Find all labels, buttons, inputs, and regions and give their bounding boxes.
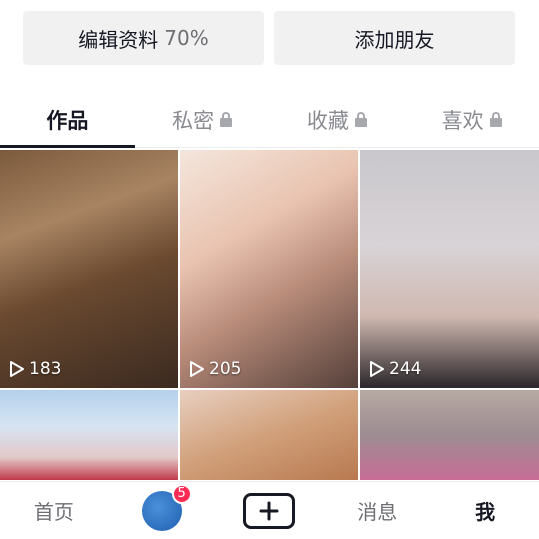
tab-works[interactable]: 作品 [0, 92, 135, 148]
profile-actions: 编辑资料 70% 添加朋友 [23, 11, 515, 65]
nav-create[interactable] [216, 482, 324, 539]
tab-private[interactable]: 私密 [135, 92, 270, 147]
nav-messages-label: 消息 [357, 500, 398, 524]
bottom-nav: 首页 5 消息 我 [0, 481, 539, 539]
lock-icon [489, 112, 502, 127]
view-count: 205 [189, 359, 241, 379]
profile-completion: 70% [164, 26, 209, 50]
view-count-text: 205 [209, 359, 242, 379]
video-thumbnail[interactable] [0, 390, 178, 480]
tab-likes[interactable]: 喜欢 [404, 92, 539, 147]
notification-badge: 5 [171, 483, 192, 504]
view-count: 183 [9, 359, 61, 379]
add-friend-label: 添加朋友 [354, 27, 435, 52]
edit-profile-button[interactable]: 编辑资料 70% [23, 11, 264, 65]
play-icon [370, 361, 384, 377]
view-count-text: 183 [29, 359, 62, 379]
play-icon [10, 361, 24, 377]
nav-home[interactable]: 首页 [0, 482, 108, 539]
tab-label: 作品 [46, 108, 89, 133]
nav-friends[interactable]: 5 [108, 482, 216, 539]
nav-me-label: 我 [475, 500, 496, 524]
video-thumbnail[interactable] [360, 390, 539, 480]
nav-me[interactable]: 我 [431, 482, 539, 539]
video-thumbnail[interactable]: 205 [180, 150, 358, 388]
view-count-text: 244 [389, 359, 422, 379]
tab-label: 收藏 [306, 108, 349, 133]
view-count: 244 [369, 359, 421, 379]
avatar: 5 [141, 483, 192, 531]
edit-profile-label: 编辑资料 [78, 27, 159, 52]
video-thumbnail[interactable]: 244 [360, 150, 539, 388]
video-thumbnail[interactable] [180, 390, 358, 480]
plus-icon [259, 501, 279, 520]
tab-label: 喜欢 [441, 108, 484, 133]
video-grid: 183 205 244 [0, 150, 539, 480]
play-icon [190, 361, 204, 377]
lock-icon [220, 112, 233, 127]
profile-tabs: 作品 私密 收藏 喜欢 [0, 92, 539, 148]
nav-messages[interactable]: 消息 [323, 482, 431, 539]
tab-favorites[interactable]: 收藏 [270, 92, 405, 147]
tab-label: 私密 [172, 108, 215, 133]
video-thumbnail[interactable]: 183 [0, 150, 178, 388]
nav-home-label: 首页 [33, 500, 74, 524]
create-button[interactable] [243, 492, 296, 529]
add-friend-button[interactable]: 添加朋友 [274, 11, 515, 65]
lock-icon [354, 112, 367, 127]
